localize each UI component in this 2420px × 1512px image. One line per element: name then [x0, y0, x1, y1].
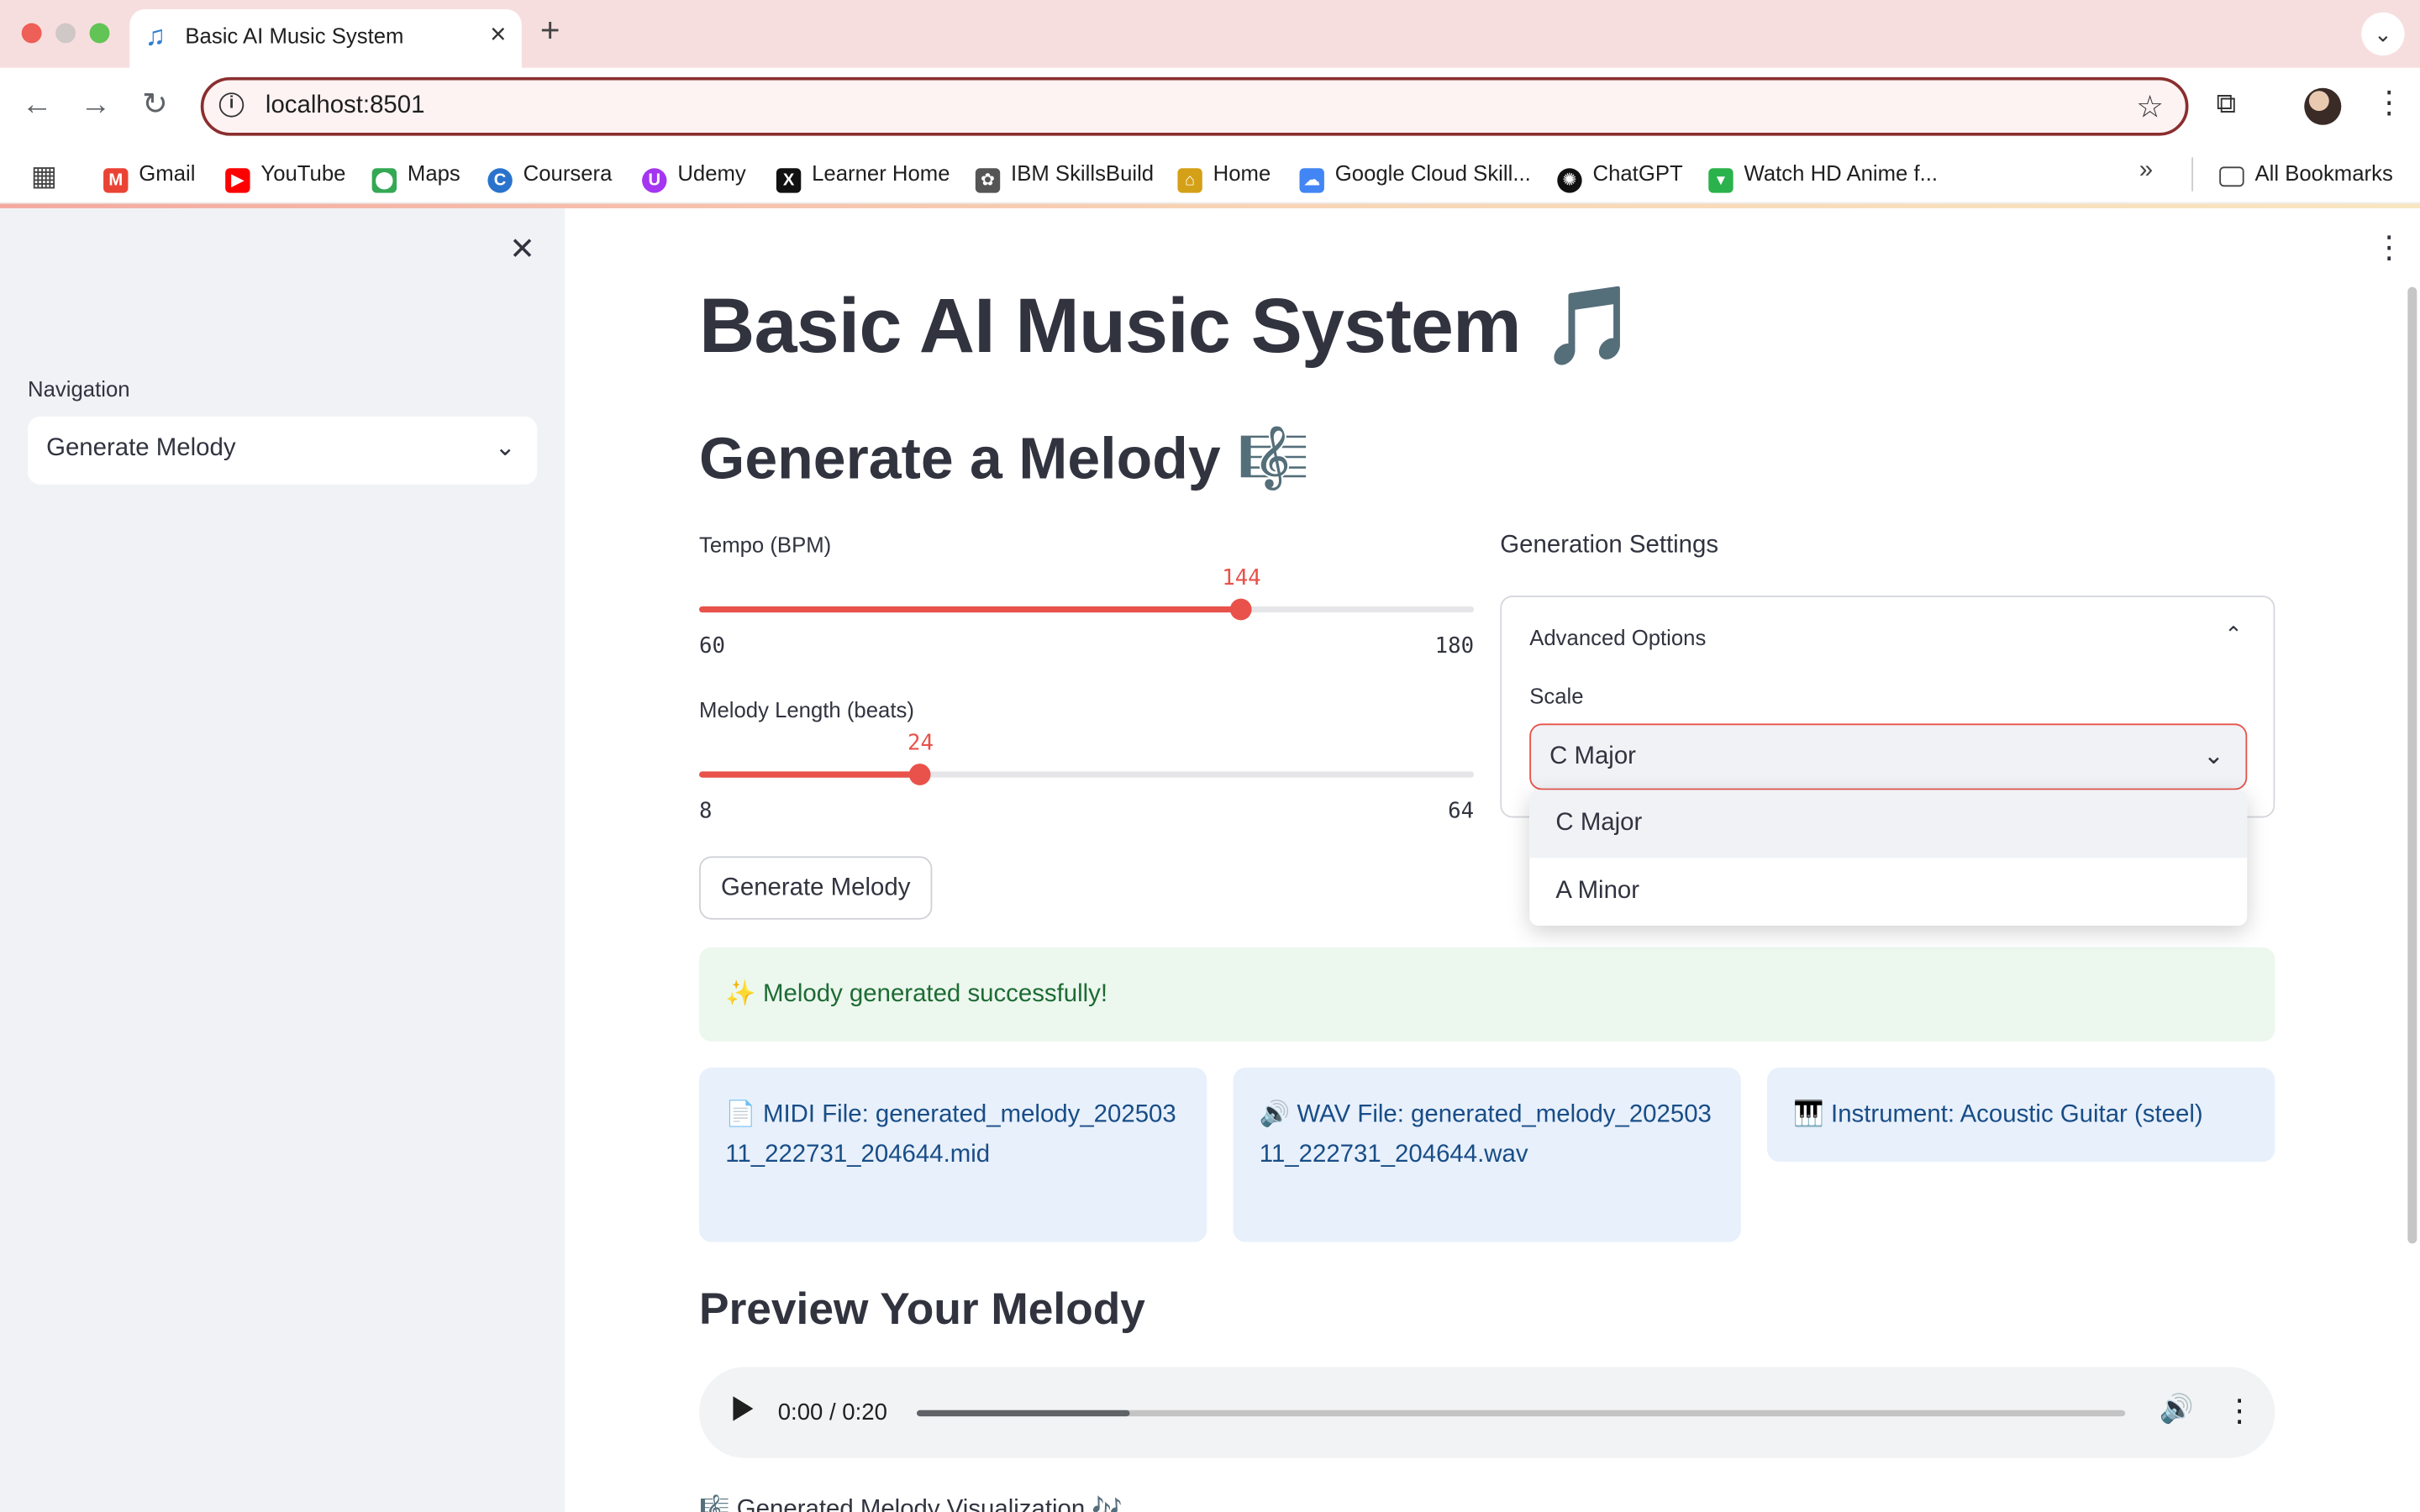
apps-grid-icon[interactable]: ▦	[31, 160, 57, 193]
slider-value: 24	[907, 731, 934, 757]
audio-seek-bar[interactable]	[917, 1410, 2126, 1417]
advanced-options-toggle[interactable]: Advanced Options	[1529, 625, 1706, 649]
bookmark-learner-home[interactable]: X Learner Home	[776, 160, 950, 193]
slider-fill	[699, 771, 921, 778]
slider-fill	[699, 606, 1242, 613]
visualization-heading: 🎼 Generated Melody Visualization 🎶	[699, 1496, 1123, 1512]
address-bar[interactable]: i localhost:8501 ☆	[200, 76, 2189, 136]
chevron-up-icon[interactable]: ⌃	[2224, 622, 2243, 648]
scale-option-c-major[interactable]: C Major	[1529, 790, 2248, 858]
maximize-window-button[interactable]	[89, 23, 110, 44]
tempo-slider[interactable]: 144 60 180	[699, 566, 1475, 664]
scale-select-value: C Major	[1549, 743, 1636, 770]
app-menu-icon[interactable]: ⋮	[2374, 228, 2405, 267]
scale-option-a-minor[interactable]: A Minor	[1529, 858, 2247, 926]
new-tab-button[interactable]: +	[540, 13, 560, 48]
chevron-down-icon: ⌄	[2203, 743, 2224, 770]
bookmark-youtube[interactable]: ▶ YouTube	[225, 160, 345, 193]
close-tab-icon[interactable]: ×	[490, 18, 506, 51]
minimize-window-button[interactable]	[55, 23, 76, 44]
bookmark-star-icon[interactable]: ☆	[2136, 88, 2164, 127]
play-icon[interactable]	[733, 1396, 754, 1421]
close-sidebar-icon[interactable]: ✕	[509, 230, 535, 269]
close-window-button[interactable]	[21, 23, 42, 44]
page-scrollbar[interactable]	[2407, 286, 2417, 1244]
bookmark-udemy[interactable]: U Udemy	[642, 160, 746, 193]
slider-value: 144	[1222, 566, 1261, 591]
profile-avatar[interactable]	[2304, 87, 2342, 125]
slider-min: 8	[699, 799, 713, 824]
bookmark-home[interactable]: ⌂ Home	[1177, 160, 1270, 193]
browser-tab-bar: ♫ Basic AI Music System × + ⌄	[0, 0, 2420, 68]
melody-length-label: Melody Length (beats)	[699, 697, 914, 722]
bookmark-google-cloud[interactable]: ☁ Google Cloud Skill...	[1299, 160, 1531, 193]
bookmark-gmail[interactable]: M Gmail	[103, 160, 195, 193]
generation-settings-heading: Generation Settings	[1500, 532, 1719, 559]
slider-thumb[interactable]	[909, 764, 932, 785]
midi-file-text: 📄 MIDI File: generated_melody_20250311_2…	[725, 1101, 1176, 1168]
slider-thumb[interactable]	[1230, 598, 1253, 621]
bookmark-chatgpt[interactable]: ✺ ChatGPT	[1557, 160, 1683, 193]
navigation-select-value: Generate Melody	[46, 434, 236, 462]
navigation-select[interactable]: Generate Melody ⌄	[28, 416, 538, 485]
scale-label: Scale	[1529, 683, 1584, 709]
bookmark-anime[interactable]: ▾ Watch HD Anime f...	[1708, 160, 1938, 193]
instrument-text: 🎹 Instrument: Acoustic Guitar (steel)	[1793, 1101, 2203, 1128]
instrument-info: 🎹 Instrument: Acoustic Guitar (steel)	[1767, 1068, 2275, 1163]
site-info-icon[interactable]: i	[218, 92, 245, 118]
back-arrow-icon[interactable]: ←	[22, 87, 53, 123]
all-bookmarks-button[interactable]: All Bookmarks	[2219, 160, 2393, 187]
audio-buffered	[917, 1410, 1130, 1417]
tab-title: Basic AI Music System	[185, 23, 404, 48]
advanced-options-expander: Advanced Options ⌃ Scale C Major ⌄	[1500, 595, 2275, 818]
page-title: Basic AI Music System 🎵	[699, 282, 1638, 369]
music-note-icon: ♫	[145, 19, 166, 51]
bookmarks-bar: M Gmail ▶ YouTube ⬤ Maps C Coursera U Udemy X…	[0, 144, 2420, 204]
browser-tab[interactable]: ♫ Basic AI Music System ×	[129, 9, 522, 68]
forward-arrow-icon[interactable]: →	[81, 87, 112, 123]
extensions-icon[interactable]: ⧉	[2217, 88, 2237, 121]
success-alert: ✨ Melody generated successfully!	[699, 947, 2275, 1042]
volume-icon[interactable]: 🔊	[2160, 1394, 2194, 1426]
url-text[interactable]: localhost:8501	[266, 92, 425, 120]
bookmark-coursera[interactable]: C Coursera	[487, 160, 612, 193]
more-bookmarks-icon[interactable]: »	[2139, 157, 2153, 185]
scale-select[interactable]: C Major ⌄	[1529, 723, 2248, 790]
melody-length-slider[interactable]: 24 8 64	[699, 732, 1475, 830]
wav-file-info: 🔊 WAV File: generated_melody_20250311_22…	[1233, 1068, 1741, 1242]
tempo-label: Tempo (BPM)	[699, 532, 832, 558]
browser-toolbar: ← → ↻ i localhost:8501 ☆ ⧉ ⋮	[0, 67, 2420, 145]
preview-heading: Preview Your Melody	[699, 1285, 1145, 1335]
sidebar: ✕ Navigation Generate Melody ⌄	[0, 207, 566, 1512]
audio-player: 0:00 / 0:20 🔊 ⋮	[699, 1367, 2275, 1458]
success-message: ✨ Melody generated successfully!	[725, 981, 1108, 1008]
generate-melody-button[interactable]: Generate Melody	[699, 856, 933, 920]
slider-min: 60	[699, 633, 726, 659]
slider-max: 180	[1434, 633, 1475, 659]
slider-max: 64	[1448, 799, 1475, 824]
midi-file-info: 📄 MIDI File: generated_melody_20250311_2…	[699, 1068, 1207, 1242]
bookmark-ibm-skillsbuild[interactable]: ✿ IBM SkillsBuild	[975, 160, 1154, 193]
browser-menu-icon[interactable]: ⋮	[2374, 83, 2405, 122]
section-title: Generate a Melody 🎼	[699, 427, 1310, 492]
wav-file-text: 🔊 WAV File: generated_melody_20250311_22…	[1259, 1101, 1712, 1168]
chevron-down-icon: ⌄	[494, 434, 516, 462]
bookmarks-divider	[2191, 157, 2194, 192]
bookmark-maps[interactable]: ⬤ Maps	[371, 160, 460, 193]
tab-search-button[interactable]: ⌄	[2361, 12, 2405, 56]
audio-time: 0:00 / 0:20	[777, 1399, 887, 1426]
navigation-label: Navigation	[28, 376, 130, 402]
audio-options-icon[interactable]: ⋮	[2224, 1392, 2255, 1431]
reload-icon[interactable]: ↻	[142, 87, 168, 123]
scale-dropdown-menu: C Major A Minor	[1529, 790, 2248, 927]
